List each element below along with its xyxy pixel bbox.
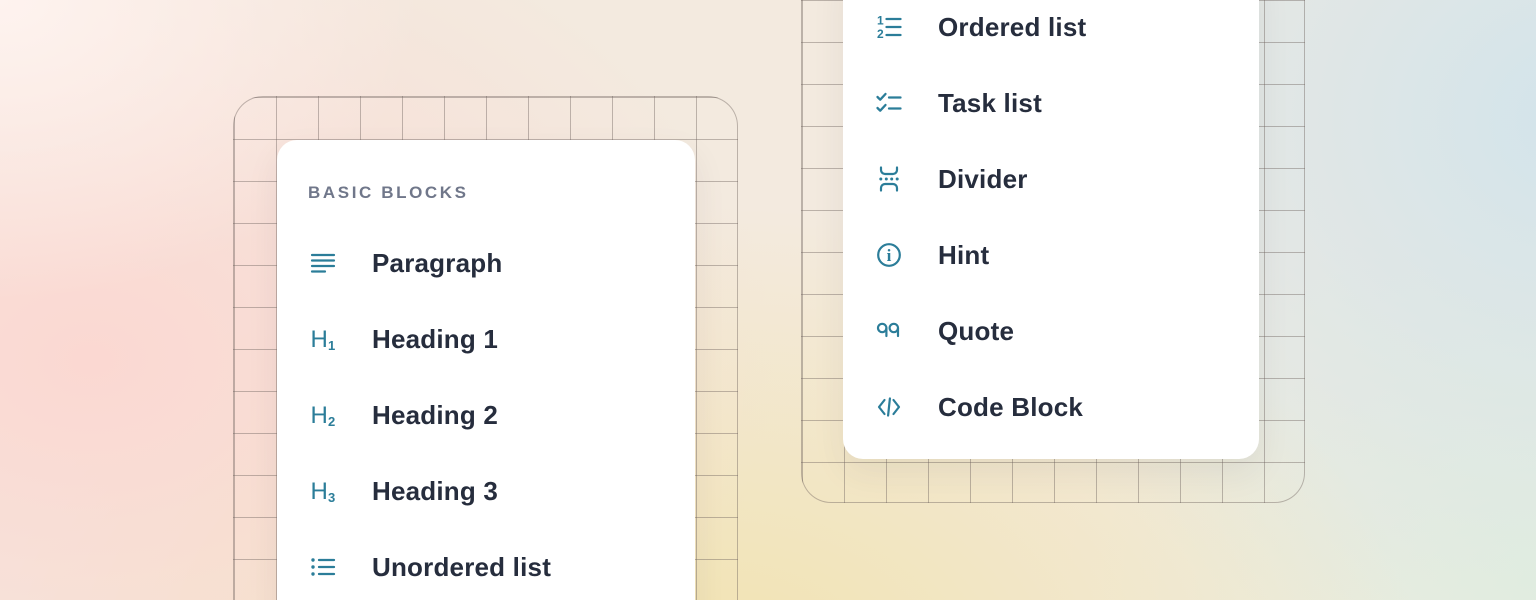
menu-item-label: Hint bbox=[938, 240, 989, 271]
blocks-menu-card: 1 2 Ordered list Task list Divider i Hin… bbox=[843, 0, 1259, 459]
menu-item-label: Quote bbox=[938, 316, 1014, 347]
svg-text:1: 1 bbox=[877, 14, 884, 28]
heading-3-icon: H 3 bbox=[308, 476, 338, 506]
menu-item-code-block[interactable]: Code Block bbox=[874, 369, 1259, 445]
menu-item-unordered-list[interactable]: Unordered list bbox=[308, 529, 695, 600]
svg-text:2: 2 bbox=[877, 27, 884, 41]
menu-item-ordered-list[interactable]: 1 2 Ordered list bbox=[874, 0, 1259, 65]
menu-item-label: Ordered list bbox=[938, 12, 1086, 43]
svg-text:i: i bbox=[887, 246, 892, 265]
basic-blocks-menu-card: BASIC BLOCKS Paragraph H 1 Heading 1 H 2… bbox=[277, 140, 695, 600]
menu-item-paragraph[interactable]: Paragraph bbox=[308, 225, 695, 301]
svg-text:H: H bbox=[311, 326, 328, 353]
basic-blocks-menu-list: Paragraph H 1 Heading 1 H 2 Heading 2 H … bbox=[308, 225, 695, 600]
menu-item-label: Task list bbox=[938, 88, 1042, 119]
svg-text:2: 2 bbox=[328, 414, 335, 429]
quote-icon bbox=[874, 316, 904, 346]
menu-item-hint[interactable]: i Hint bbox=[874, 217, 1259, 293]
svg-text:H: H bbox=[311, 478, 328, 505]
svg-text:H: H bbox=[311, 402, 328, 429]
code-block-icon bbox=[874, 392, 904, 422]
menu-item-heading-1[interactable]: H 1 Heading 1 bbox=[308, 301, 695, 377]
hero-illustration: BASIC BLOCKS Paragraph H 1 Heading 1 H 2… bbox=[0, 0, 1536, 600]
menu-item-label: Code Block bbox=[938, 392, 1083, 423]
menu-item-label: Paragraph bbox=[372, 248, 502, 279]
ordered-list-icon: 1 2 bbox=[874, 12, 904, 42]
menu-item-label: Unordered list bbox=[372, 552, 551, 583]
blocks-menu-list: 1 2 Ordered list Task list Divider i Hin… bbox=[874, 0, 1259, 445]
menu-item-label: Heading 1 bbox=[372, 324, 498, 355]
heading-2-icon: H 2 bbox=[308, 400, 338, 430]
menu-item-divider[interactable]: Divider bbox=[874, 141, 1259, 217]
unordered-list-icon bbox=[308, 552, 338, 582]
menu-item-heading-2[interactable]: H 2 Heading 2 bbox=[308, 377, 695, 453]
menu-item-task-list[interactable]: Task list bbox=[874, 65, 1259, 141]
hint-icon: i bbox=[874, 240, 904, 270]
menu-item-label: Divider bbox=[938, 164, 1028, 195]
paragraph-icon bbox=[308, 248, 338, 278]
menu-item-heading-3[interactable]: H 3 Heading 3 bbox=[308, 453, 695, 529]
svg-text:1: 1 bbox=[328, 338, 335, 353]
menu-item-label: Heading 3 bbox=[372, 476, 498, 507]
section-label-basic-blocks: BASIC BLOCKS bbox=[308, 182, 695, 204]
task-list-icon bbox=[874, 88, 904, 118]
heading-1-icon: H 1 bbox=[308, 324, 338, 354]
menu-item-label: Heading 2 bbox=[372, 400, 498, 431]
menu-item-quote[interactable]: Quote bbox=[874, 293, 1259, 369]
svg-text:3: 3 bbox=[328, 490, 335, 505]
divider-icon bbox=[874, 164, 904, 194]
